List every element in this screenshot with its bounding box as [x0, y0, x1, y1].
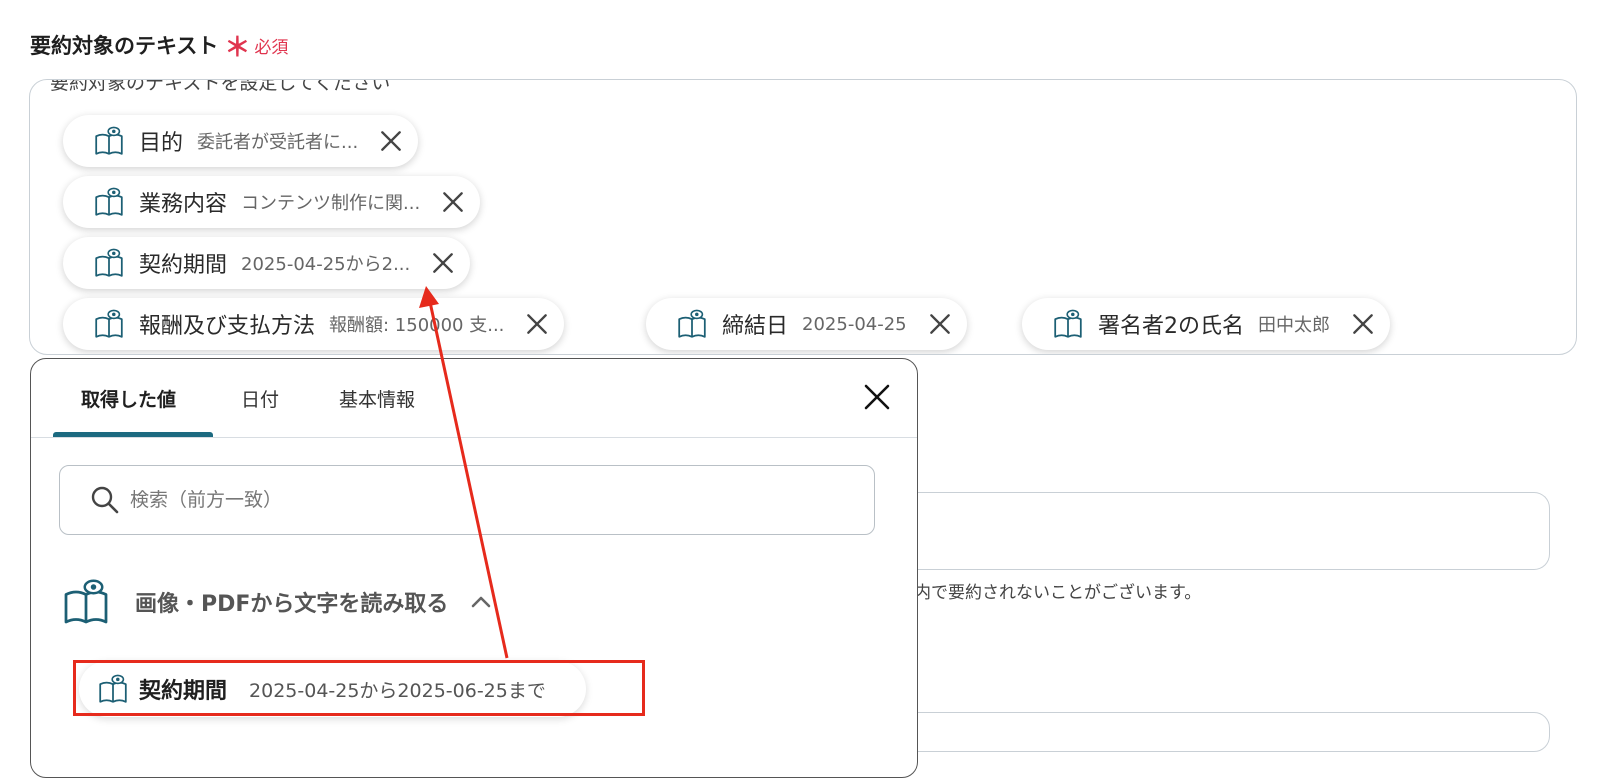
chip-value: 2025-04-25から2... — [241, 254, 411, 275]
textarea-placeholder: 要約対象のテキストを設定してください — [50, 79, 391, 94]
required-text: 必須 — [254, 37, 289, 58]
background-note: 数内で要約されないことがございます。 — [897, 583, 1202, 603]
close-icon[interactable] — [927, 311, 953, 337]
chip-business-content[interactable]: 業務内容 コンテンツ制作に関... — [63, 176, 481, 228]
book-eye-icon — [1052, 308, 1084, 340]
book-eye-icon — [93, 247, 125, 279]
background-input[interactable] — [880, 492, 1550, 570]
search-box — [59, 465, 875, 535]
chip-signer2-name[interactable]: 署名者2の氏名 田中太郎 — [1022, 298, 1390, 350]
search-icon — [91, 486, 119, 514]
group-header[interactable]: 画像・PDFから文字を読み取る — [61, 577, 492, 627]
chip-name: 契約期間 — [139, 253, 228, 278]
annotation-highlight-box — [73, 660, 645, 716]
field-label-text: 要約対象のテキスト — [30, 34, 219, 58]
close-icon[interactable] — [430, 250, 456, 276]
close-icon[interactable] — [1350, 311, 1376, 337]
chevron-up-icon[interactable] — [470, 591, 492, 613]
chip-name: 業務内容 — [139, 192, 228, 217]
chip-value: 報酬額: 150000 支... — [329, 315, 505, 336]
tab-acquired-values[interactable]: 取得した値 — [81, 385, 176, 412]
chip-payment-method[interactable]: 報酬及び支払方法 報酬額: 150000 支... — [63, 298, 565, 350]
chip-name: 報酬及び支払方法 — [139, 314, 316, 339]
book-eye-icon — [61, 577, 111, 627]
book-eye-icon — [93, 308, 125, 340]
close-icon[interactable] — [440, 189, 466, 215]
close-icon[interactable] — [859, 379, 895, 415]
chip-value: 2025-04-25 — [802, 313, 907, 335]
summary-text-area[interactable]: 要約対象のテキストを設定してください 目的 委託者が受託者に... 業務内容 コ… — [29, 79, 1577, 355]
chip-name: 締結日 — [722, 314, 789, 339]
close-icon[interactable] — [524, 311, 550, 337]
chip-value: 田中太郎 — [1258, 315, 1330, 336]
chip-conclusion-date[interactable]: 締結日 2025-04-25 — [646, 298, 967, 350]
background-input-2[interactable] — [880, 712, 1550, 752]
group-title: 画像・PDFから文字を読み取る — [135, 592, 449, 617]
popup-tabs: 取得した値 日付 基本情報 — [31, 359, 917, 438]
tab-date[interactable]: 日付 — [241, 385, 279, 412]
chip-value: 委託者が受託者に... — [197, 132, 359, 153]
book-eye-icon — [676, 308, 708, 340]
chip-purpose[interactable]: 目的 委託者が受託者に... — [63, 115, 419, 167]
chip-name: 署名者2の氏名 — [1098, 314, 1244, 339]
book-eye-icon — [93, 125, 125, 157]
chip-value: コンテンツ制作に関... — [241, 193, 421, 214]
book-eye-icon — [93, 186, 125, 218]
active-tab-indicator — [53, 432, 213, 437]
required-asterisk: ＊ — [224, 33, 251, 63]
close-icon[interactable] — [378, 128, 404, 154]
field-label: 要約対象のテキスト ＊ 必須 — [30, 30, 289, 63]
tab-basic-info[interactable]: 基本情報 — [339, 385, 415, 412]
search-input[interactable] — [128, 488, 732, 512]
chip-name: 目的 — [139, 131, 184, 156]
chip-contract-period[interactable]: 契約期間 2025-04-25から2... — [63, 237, 471, 289]
